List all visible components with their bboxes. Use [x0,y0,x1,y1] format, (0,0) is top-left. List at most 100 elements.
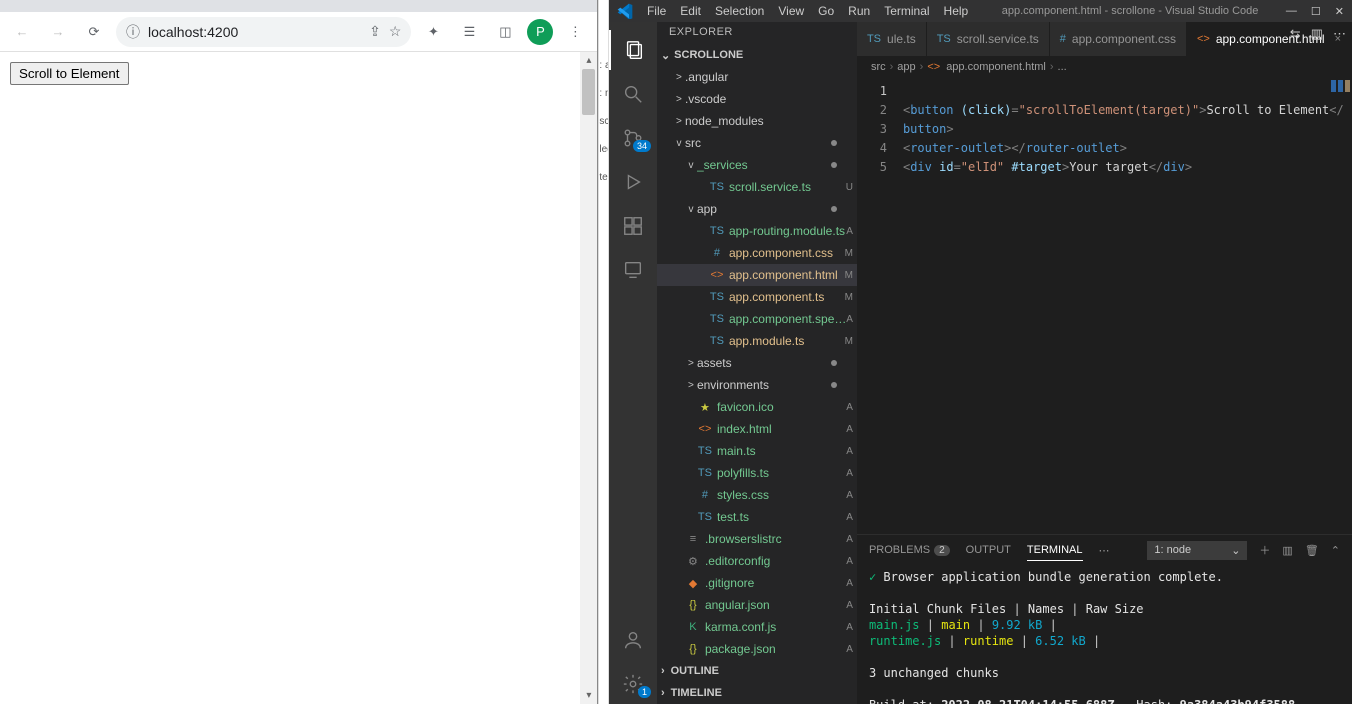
tab-app-component-css[interactable]: #app.component.css [1050,22,1187,56]
back-button[interactable]: ← [8,18,36,46]
terminal-tab[interactable]: TERMINAL [1027,540,1083,561]
file--browserslistrc[interactable]: ≡.browserslistrcA [657,528,857,550]
compare-changes-icon[interactable]: ⇆ [1290,26,1301,42]
search-activity[interactable] [609,74,657,114]
kill-terminal-icon[interactable]: 🗑 [1305,544,1319,557]
code-line[interactable]: <router-outlet></router-outlet> [903,139,1352,158]
menu-edit[interactable]: Edit [674,2,707,20]
close-window-button[interactable]: ✕ [1335,5,1344,18]
forward-button[interactable]: → [44,18,72,46]
split-terminal-icon[interactable]: ▥ [1282,544,1292,557]
file-polyfills-ts[interactable]: TSpolyfills.tsA [657,462,857,484]
breadcrumb[interactable]: src›app›<>app.component.html›... [857,56,1352,78]
editor-area[interactable]: 12345 <button (click)="scrollToElement(t… [857,78,1352,534]
folder-assets[interactable]: >assets [657,352,857,374]
breadcrumb-segment[interactable]: app.component.html [946,61,1046,73]
profile-avatar[interactable]: P [527,19,553,45]
more-actions-icon[interactable]: ⋯ [1333,26,1346,42]
menu-selection[interactable]: Selection [709,2,770,20]
folder-app[interactable]: vapp [657,198,857,220]
folder-environments[interactable]: >environments [657,374,857,396]
file-package-json[interactable]: {}package.jsonA [657,638,857,660]
panel-more-icon[interactable]: ⋯ [1099,540,1110,561]
extensions-icon[interactable]: ✦ [419,18,447,46]
file-app-module-ts[interactable]: TSapp.module.tsM [657,330,857,352]
share-icon[interactable]: ⇪ [369,23,381,40]
new-terminal-icon[interactable]: ＋ [1259,542,1270,558]
folder-src[interactable]: vsrc [657,132,857,154]
file-karma-conf-js[interactable]: Kkarma.conf.jsA [657,616,857,638]
menu-help[interactable]: Help [938,2,975,20]
tab-scroll-service-ts[interactable]: TSscroll.service.ts [927,22,1050,56]
twisty-icon: v [673,138,685,149]
folder--services[interactable]: v_services [657,154,857,176]
minimize-button[interactable]: — [1286,5,1297,18]
reading-list-icon[interactable]: ☰ [455,18,483,46]
code-line[interactable]: <button (click)="scrollToElement(target)… [903,101,1352,120]
site-info-icon[interactable]: ⓘ [126,22,140,42]
scroll-thumb[interactable] [582,69,595,115]
breadcrumb-segment[interactable]: src [871,61,886,73]
file-app-component-css[interactable]: #app.component.cssM [657,242,857,264]
account-activity[interactable] [609,620,657,660]
chrome-tab-strip[interactable] [0,0,597,12]
page-scrollbar[interactable]: ▴ ▾ [580,52,597,704]
timeline-section[interactable]: ›TIMELINE [657,682,857,704]
overview-ruler[interactable] [1312,78,1352,94]
run-debug-activity[interactable] [609,162,657,202]
code-line[interactable]: <div id="elId" #target>Your target</div> [903,158,1352,177]
breadcrumb-segment[interactable]: ... [1058,61,1067,73]
file-scroll-service-ts[interactable]: TSscroll.service.tsU [657,176,857,198]
address-bar[interactable]: ⓘ localhost:4200 ⇪ ☆ [116,17,411,47]
folder-node-modules[interactable]: >node_modules [657,110,857,132]
code-line[interactable]: button> [903,120,1352,139]
file-app-routing-module-ts[interactable]: TSapp-routing.module.tsA [657,220,857,242]
folder--vscode[interactable]: >.vscode [657,88,857,110]
reload-button[interactable]: ⟳ [80,18,108,46]
file--editorconfig[interactable]: ⚙.editorconfigA [657,550,857,572]
side-panel-icon[interactable]: ◫ [491,18,519,46]
project-section-header[interactable]: ⌄SCROLLONE [657,44,857,66]
menu-file[interactable]: File [641,2,672,20]
output-tab[interactable]: OUTPUT [966,540,1011,560]
code-content[interactable]: <button (click)="scrollToElement(target)… [897,78,1352,534]
file-icon: TS [697,511,713,523]
menu-view[interactable]: View [772,2,810,20]
menu-terminal[interactable]: Terminal [878,2,935,20]
maximize-button[interactable]: ☐ [1311,5,1321,18]
settings-activity[interactable]: 1 [609,664,657,704]
file-styles-css[interactable]: #styles.cssA [657,484,857,506]
file-angular-json[interactable]: {}angular.jsonA [657,594,857,616]
menu-go[interactable]: Go [812,2,840,20]
maximize-panel-icon[interactable]: ⌃ [1331,544,1340,557]
menu-run[interactable]: Run [842,2,876,20]
scroll-to-element-button[interactable]: Scroll to Element [10,62,129,85]
remote-activity[interactable] [609,250,657,290]
file-main-ts[interactable]: TSmain.tsA [657,440,857,462]
code-line[interactable] [903,177,1352,196]
file-app-component-html[interactable]: <>app.component.htmlM [657,264,857,286]
file-app-component-spec-ts[interactable]: TSapp.component.spec.tsA [657,308,857,330]
terminal-selector[interactable]: 1: node⌄ [1147,541,1247,560]
extensions-activity[interactable] [609,206,657,246]
tab-ule-ts[interactable]: TSule.ts [857,22,927,56]
outline-section[interactable]: ›OUTLINE [657,660,857,682]
split-editor-icon[interactable]: ▥ [1311,26,1323,42]
breadcrumb-segment[interactable]: app [897,61,915,73]
folder--angular[interactable]: >.angular [657,66,857,88]
file-app-component-ts[interactable]: TSapp.component.tsM [657,286,857,308]
file-test-ts[interactable]: TStest.tsA [657,506,857,528]
file--gitignore[interactable]: ◆.gitignoreA [657,572,857,594]
scroll-up-arrow[interactable]: ▴ [580,52,597,69]
chrome-menu-icon[interactable]: ⋮ [561,18,589,46]
file-index-html[interactable]: <>index.htmlA [657,418,857,440]
problems-tab[interactable]: PROBLEMS2 [869,540,950,560]
vscode-titlebar[interactable]: FileEditSelectionViewGoRunTerminalHelp a… [609,0,1352,22]
explorer-activity[interactable] [609,30,657,70]
source-control-activity[interactable]: 34 [609,118,657,158]
bookmark-icon[interactable]: ☆ [389,23,402,40]
file-favicon-ico[interactable]: ★favicon.icoA [657,396,857,418]
scroll-down-arrow[interactable]: ▾ [580,687,597,704]
terminal-output[interactable]: ✓ Browser application bundle generation … [857,565,1352,704]
code-line[interactable] [903,82,1352,101]
